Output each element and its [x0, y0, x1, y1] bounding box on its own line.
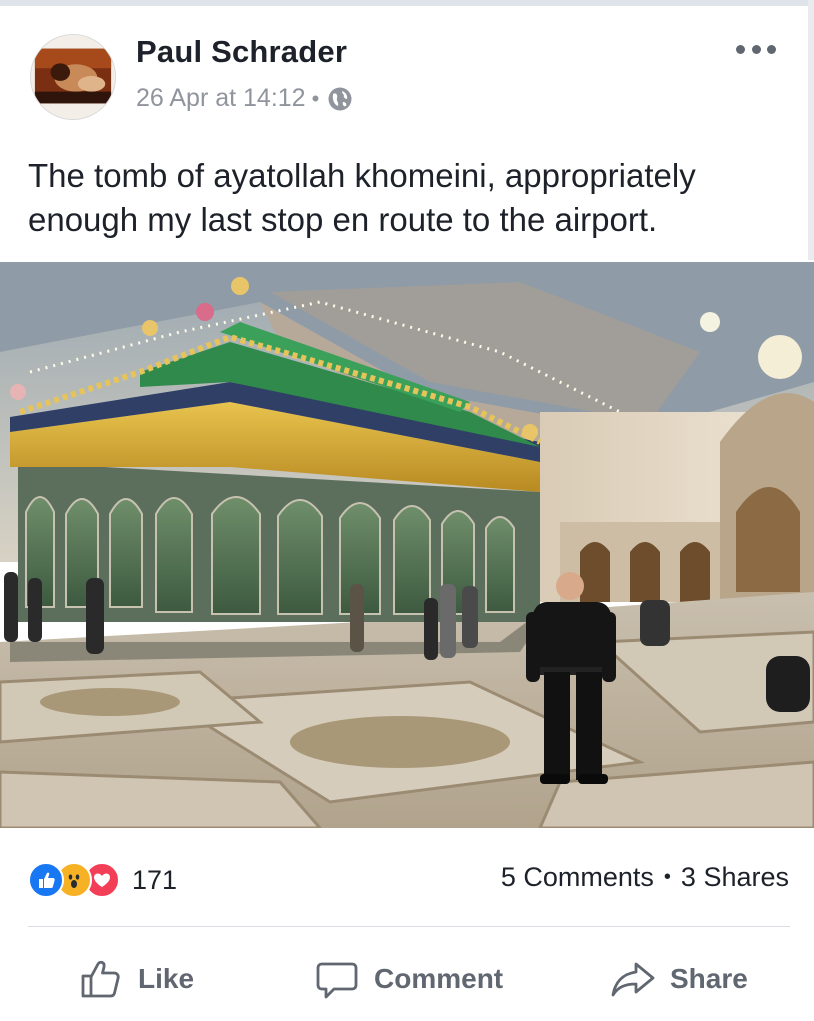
post-actions-bar: Like Comment Share: [0, 942, 814, 1014]
shares-count-link[interactable]: 3 Shares: [681, 862, 789, 893]
engagement-summary: 5 Comments • 3 Shares: [501, 862, 789, 893]
reactions-summary[interactable]: 171: [28, 860, 177, 900]
post-header: Paul Schrader 26 Apr at 14:12 •: [30, 34, 790, 126]
card-edge: [808, 0, 814, 260]
share-label: Share: [670, 963, 748, 994]
meta-separator: •: [311, 85, 320, 111]
more-options-icon[interactable]: [736, 42, 776, 56]
share-button[interactable]: Share: [610, 956, 748, 1002]
comment-bubble-icon: [316, 962, 358, 999]
engagement-separator: •: [663, 866, 671, 888]
post-timestamp[interactable]: 26 Apr at 14:12: [136, 84, 306, 113]
post-meta: 26 Apr at 14:12 •: [136, 84, 353, 113]
comment-button[interactable]: Comment: [314, 956, 503, 1002]
post-photo[interactable]: [0, 262, 814, 828]
share-arrow-icon: [611, 962, 655, 997]
comments-count-link[interactable]: 5 Comments: [501, 862, 654, 893]
author-name[interactable]: Paul Schrader: [136, 34, 347, 70]
comment-label: Comment: [374, 963, 504, 994]
thumbs-up-icon: [81, 960, 120, 998]
globe-icon[interactable]: [327, 86, 353, 112]
avatar[interactable]: [30, 34, 116, 120]
like-reaction-icon: [28, 862, 64, 898]
top-strip: [0, 0, 814, 6]
like-label: Like: [138, 963, 195, 994]
reaction-count: 171: [132, 864, 178, 895]
actions-divider: [28, 926, 790, 927]
post-text: The tomb of ayatollah khomeini, appropri…: [28, 157, 696, 238]
like-button[interactable]: Like: [78, 956, 194, 1002]
